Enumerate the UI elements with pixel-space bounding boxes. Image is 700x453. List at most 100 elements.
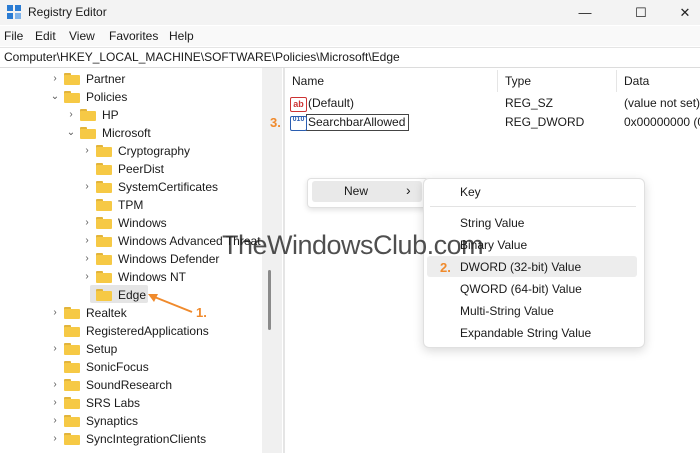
- tree-item-microsoft[interactable]: ⌄ Microsoft: [0, 124, 260, 142]
- submenu-item-expandable-string-value[interactable]: Expandable String Value: [460, 326, 591, 340]
- column-data-header[interactable]: Data: [624, 74, 649, 88]
- chevron-right-icon[interactable]: ›: [50, 376, 60, 394]
- tree-item-setup[interactable]: › Setup: [0, 340, 260, 358]
- tree-item-peerdist[interactable]: PeerDist: [0, 160, 260, 178]
- tree-item-windows-advanced-threat[interactable]: › Windows Advanced Threat: [0, 232, 260, 250]
- minimize-button[interactable]: —: [562, 0, 608, 25]
- chevron-right-icon[interactable]: ›: [82, 232, 92, 250]
- chevron-right-icon[interactable]: ›: [50, 340, 60, 358]
- folder-icon: [64, 325, 80, 337]
- title-bar: Registry Editor — ☐ ✕: [0, 0, 700, 25]
- submenu-item-key[interactable]: Key: [460, 185, 481, 199]
- tree-item-cryptography[interactable]: › Cryptography: [0, 142, 260, 160]
- tree-label: SoundResearch: [86, 378, 173, 392]
- tree-label: Windows NT: [118, 270, 187, 284]
- tree-item-realtek[interactable]: › Realtek: [0, 304, 260, 322]
- tree-item-sonicfocus[interactable]: SonicFocus: [0, 358, 260, 376]
- tree-item-hp[interactable]: › HP: [0, 106, 260, 124]
- chevron-right-icon[interactable]: ›: [50, 304, 60, 322]
- value-name[interactable]: SearchbarAllowed: [308, 114, 405, 131]
- tree-item-windows-nt[interactable]: › Windows NT: [0, 268, 260, 286]
- folder-icon: [96, 253, 112, 265]
- chevron-right-icon[interactable]: ›: [82, 142, 92, 160]
- tree-label: HP: [102, 108, 119, 122]
- close-button[interactable]: ✕: [662, 0, 700, 25]
- chevron-right-icon[interactable]: ›: [50, 412, 60, 430]
- folder-icon: [64, 91, 80, 103]
- tree-item-windows-defender[interactable]: › Windows Defender: [0, 250, 260, 268]
- submenu-item-multi-string-value[interactable]: Multi-String Value: [460, 304, 554, 318]
- step-2-label: 2.: [440, 260, 451, 275]
- tree-label: RegisteredApplications: [86, 324, 209, 338]
- folder-icon: [80, 127, 96, 139]
- chevron-right-icon[interactable]: ›: [50, 70, 60, 88]
- folder-icon: [64, 73, 80, 85]
- folder-icon: [64, 397, 80, 409]
- address-bar[interactable]: Computer\HKEY_LOCAL_MACHINE\SOFTWARE\Pol…: [0, 47, 700, 68]
- value-row-searchbarallowed[interactable]: 010 SearchbarAllowed REG_DWORD 0x0000000…: [290, 114, 700, 131]
- tree-item-policies[interactable]: ⌄ Policies: [0, 88, 260, 106]
- tree-item-syncintegrationclients[interactable]: › SyncIntegrationClients: [0, 430, 260, 448]
- folder-icon: [96, 181, 112, 193]
- column-divider[interactable]: [616, 70, 617, 92]
- tree-scrollbar-thumb[interactable]: [268, 270, 271, 330]
- chevron-right-icon[interactable]: ›: [50, 430, 60, 448]
- chevron-right-icon[interactable]: ›: [66, 106, 76, 124]
- string-value-icon: ab: [290, 97, 307, 112]
- folder-icon: [64, 415, 80, 427]
- tree-label: SonicFocus: [86, 360, 149, 374]
- chevron-right-icon[interactable]: ›: [82, 178, 92, 196]
- tree-item-partner[interactable]: › Partner: [0, 70, 260, 88]
- tree-label: Edge: [118, 288, 147, 302]
- step-3-label: 3.: [270, 115, 281, 130]
- chevron-down-icon[interactable]: ⌄: [66, 124, 76, 142]
- watermark-text: TheWindowsClub.com: [222, 230, 484, 260]
- tree-item-edge[interactable]: Edge: [0, 286, 260, 304]
- menu-edit[interactable]: Edit: [35, 29, 56, 43]
- submenu-item-string-value[interactable]: String Value: [460, 216, 524, 230]
- chevron-right-icon[interactable]: ›: [82, 250, 92, 268]
- column-name-header[interactable]: Name: [292, 74, 324, 88]
- maximize-button[interactable]: ☐: [618, 0, 664, 25]
- folder-icon: [96, 235, 112, 247]
- context-menu-new[interactable]: New ›: [312, 181, 422, 202]
- tree-label: Policies: [86, 90, 128, 104]
- tree-label: Cryptography: [118, 144, 191, 158]
- chevron-down-icon[interactable]: ⌄: [50, 88, 60, 106]
- submenu-item-dword-value[interactable]: DWORD (32-bit) Value: [460, 260, 581, 274]
- submenu-separator: [430, 206, 636, 207]
- menu-view[interactable]: View: [69, 29, 95, 43]
- chevron-right-icon[interactable]: ›: [50, 394, 60, 412]
- chevron-right-icon[interactable]: ›: [82, 268, 92, 286]
- folder-icon: [64, 433, 80, 445]
- menu-file[interactable]: File: [4, 29, 23, 43]
- tree-item-synaptics[interactable]: › Synaptics: [0, 412, 260, 430]
- address-path[interactable]: Computer\HKEY_LOCAL_MACHINE\SOFTWARE\Pol…: [4, 50, 400, 64]
- tree-item-windows[interactable]: › Windows: [0, 214, 260, 232]
- tree-item-registeredapplications[interactable]: RegisteredApplications: [0, 322, 260, 340]
- new-label: New: [344, 184, 369, 198]
- menu-favorites[interactable]: Favorites: [109, 29, 158, 43]
- chevron-right-icon[interactable]: ›: [82, 214, 92, 232]
- tree-label: Windows Defender: [118, 252, 220, 266]
- folder-icon: [96, 199, 112, 211]
- column-divider[interactable]: [497, 70, 498, 92]
- value-data: 0x00000000 (0): [624, 115, 700, 129]
- tree-label: Microsoft: [102, 126, 151, 140]
- chevron-right-icon: ›: [406, 182, 411, 198]
- step-1-arrow-icon: [148, 294, 193, 313]
- tree-item-srs-labs[interactable]: › SRS Labs: [0, 394, 260, 412]
- column-type-header[interactable]: Type: [505, 74, 531, 88]
- folder-icon: [80, 109, 96, 121]
- tree-item-tpm[interactable]: TPM: [0, 196, 260, 214]
- tree-label: SyncIntegrationClients: [86, 432, 207, 446]
- tree-label: Partner: [86, 72, 126, 86]
- folder-icon: [64, 361, 80, 373]
- tree-item-systemcertificates[interactable]: › SystemCertificates: [0, 178, 260, 196]
- menu-help[interactable]: Help: [169, 29, 194, 43]
- tree-label: Realtek: [86, 306, 127, 320]
- tree-item-soundresearch[interactable]: › SoundResearch: [0, 376, 260, 394]
- value-row-default[interactable]: ab (Default) REG_SZ (value not set): [290, 95, 700, 112]
- folder-icon: [96, 217, 112, 229]
- submenu-item-qword-value[interactable]: QWORD (64-bit) Value: [460, 282, 582, 296]
